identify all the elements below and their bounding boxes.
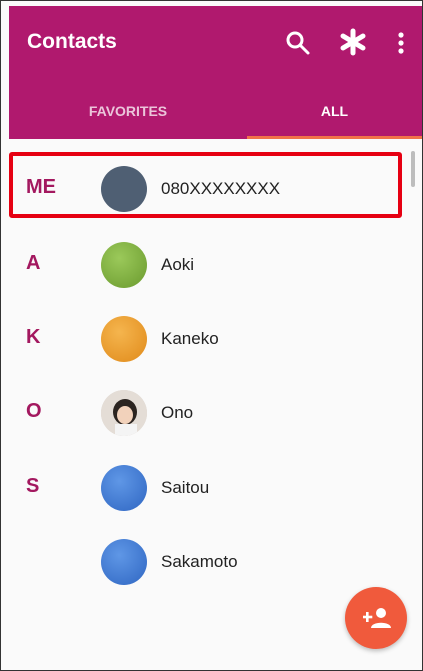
contact-row-me[interactable]: ME 080XXXXXXXX <box>9 152 409 226</box>
section-letter: O <box>26 400 42 422</box>
contact-row[interactable]: O Ono <box>9 376 409 450</box>
more-options-button[interactable] <box>395 30 407 56</box>
contact-name: 080XXXXXXXX <box>161 179 281 198</box>
tab-all[interactable]: ALL <box>247 92 422 139</box>
contact-row[interactable]: Sakamoto <box>9 525 409 599</box>
contact-name: Aoki <box>161 255 195 274</box>
more-vertical-icon <box>398 32 404 54</box>
avatar <box>101 539 147 585</box>
scrollbar[interactable] <box>411 151 415 187</box>
contact-name: Kaneko <box>161 329 219 348</box>
contact-row[interactable]: K Kaneko <box>9 302 409 376</box>
contact-list[interactable]: ME 080XXXXXXXX A Aoki K Kaneko O Ono S S… <box>9 139 422 670</box>
contact-row[interactable]: S Saitou <box>9 451 409 525</box>
section-letter: ME <box>26 176 56 198</box>
asterisk-button[interactable] <box>339 28 367 56</box>
avatar <box>101 242 147 288</box>
avatar <box>101 166 147 212</box>
contact-name: Ono <box>161 403 194 422</box>
add-contact-button[interactable] <box>345 587 407 649</box>
avatar <box>101 316 147 362</box>
app-title: Contacts <box>27 30 117 53</box>
search-button[interactable] <box>285 30 311 56</box>
asterisk-icon <box>340 28 366 56</box>
avatar-photo <box>101 390 147 436</box>
phone-screen: Contacts FAVORITES ALL ME 080XXXXXXXX A … <box>0 0 423 671</box>
contact-name: Sakamoto <box>161 552 238 571</box>
avatar <box>101 465 147 511</box>
tab-favorites[interactable]: FAVORITES <box>9 92 247 139</box>
section-letter: K <box>26 326 41 348</box>
app-bar: Contacts FAVORITES ALL <box>9 6 422 140</box>
section-letter: S <box>26 475 40 497</box>
contact-row[interactable]: A Aoki <box>9 228 409 302</box>
contact-name: Saitou <box>161 478 210 497</box>
add-contact-icon <box>363 608 391 628</box>
search-icon <box>286 31 310 55</box>
section-letter: A <box>26 252 41 274</box>
